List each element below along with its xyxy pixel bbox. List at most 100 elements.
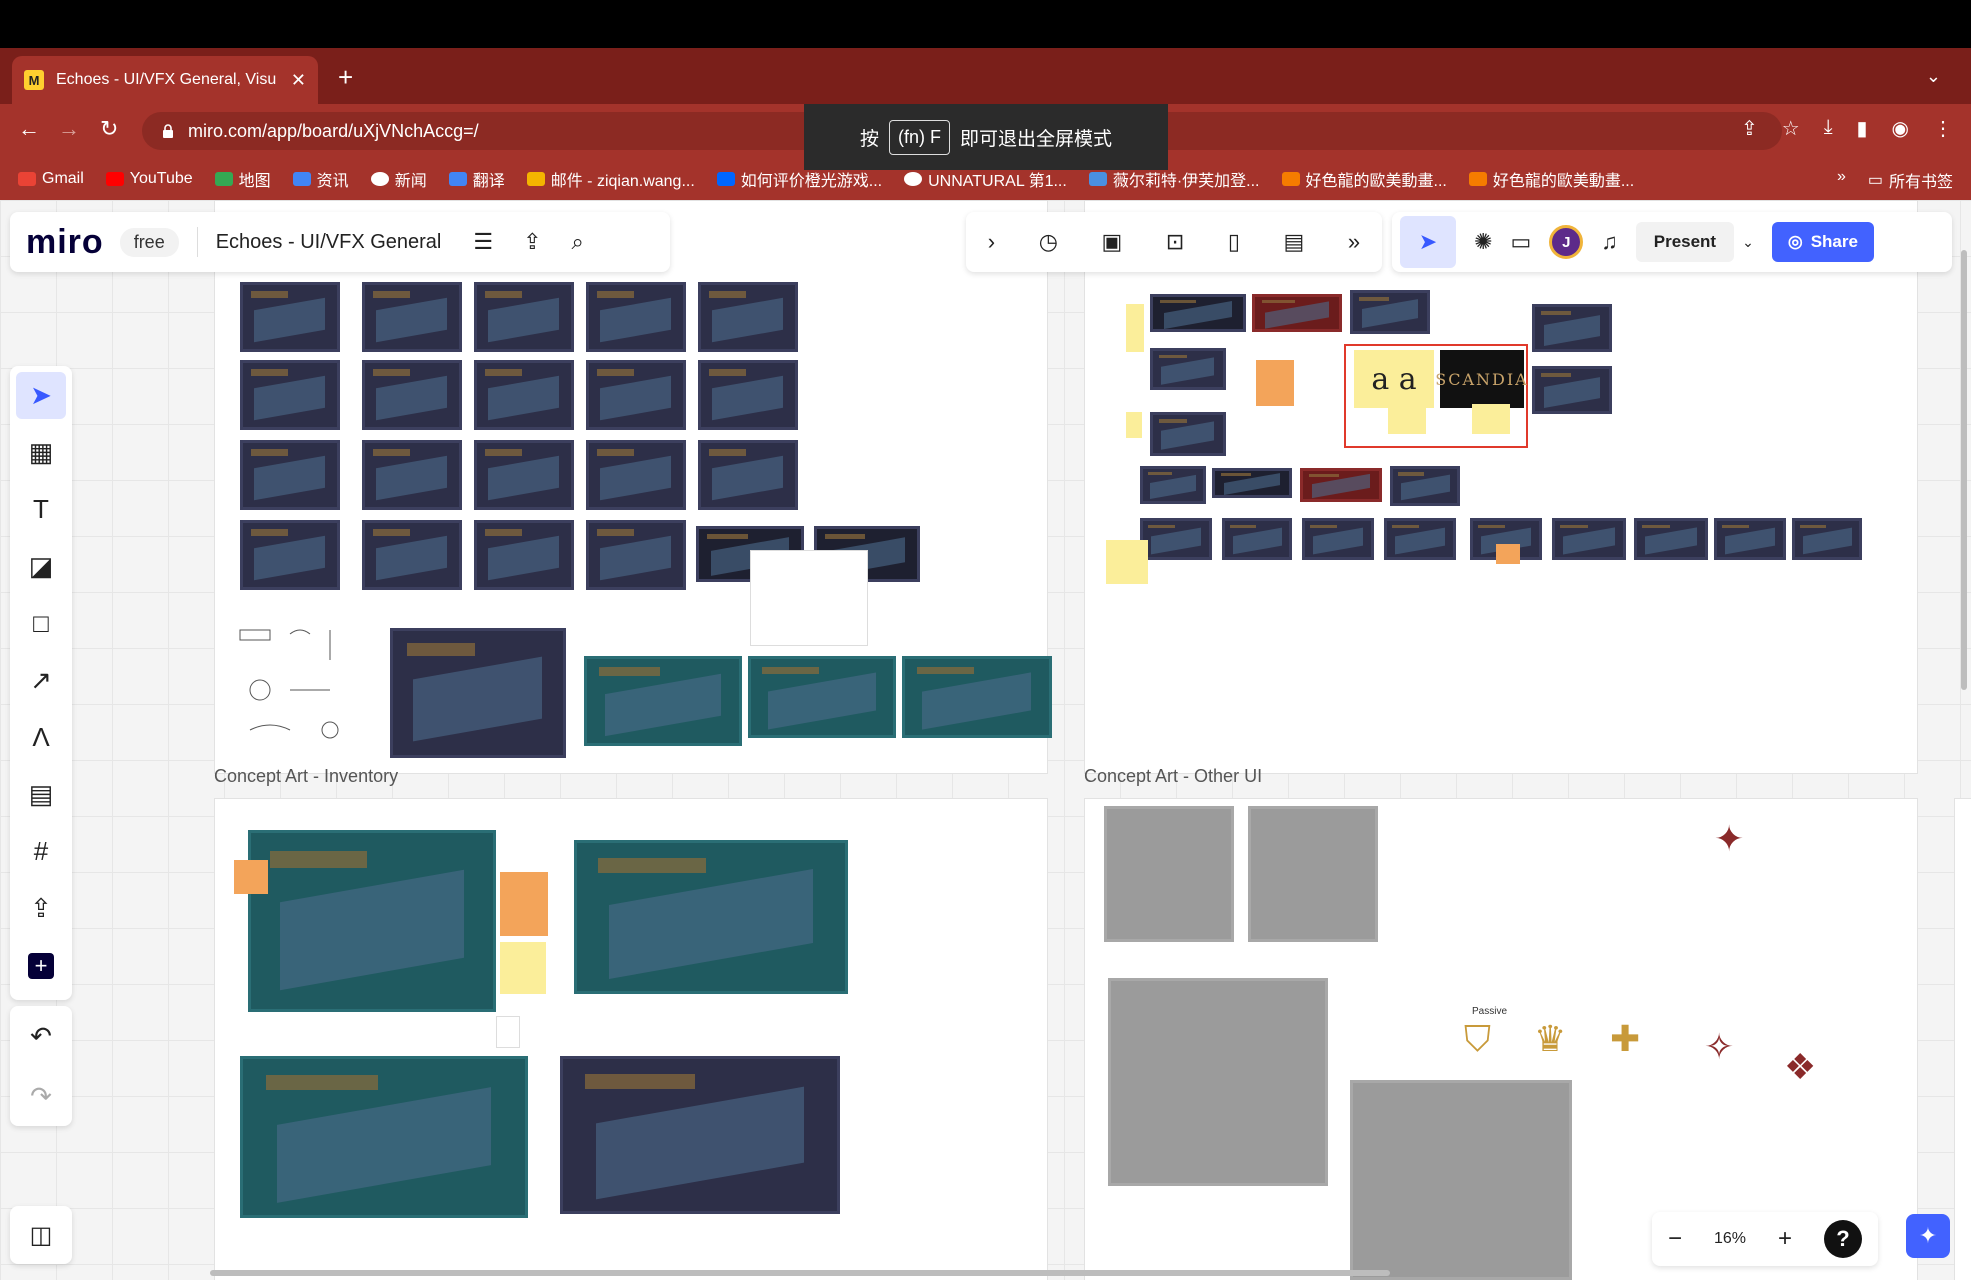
note-sticky[interactable] bbox=[1106, 540, 1148, 584]
card-icon[interactable]: ▣ bbox=[1101, 229, 1122, 255]
download-icon[interactable]: ⤓ bbox=[1824, 116, 1833, 141]
focus-icon[interactable]: ⊡ bbox=[1166, 229, 1184, 255]
profile-icon[interactable]: ◉ bbox=[1892, 116, 1909, 141]
hud-screenshot[interactable] bbox=[474, 282, 574, 352]
bookmark-mail[interactable]: 邮件 - ziqian.wang... bbox=[526, 167, 695, 191]
hud-card-mockup[interactable] bbox=[748, 656, 896, 738]
pen-icon[interactable]: Λ bbox=[16, 714, 66, 761]
inventory-mockup[interactable] bbox=[248, 830, 496, 1012]
sketch-image[interactable] bbox=[1396, 806, 1532, 936]
ref-image[interactable] bbox=[1350, 290, 1430, 334]
ref-image[interactable] bbox=[1714, 518, 1786, 560]
present-button[interactable]: Present bbox=[1635, 222, 1735, 262]
sketch-image[interactable] bbox=[1104, 806, 1234, 942]
inventory-mockup[interactable] bbox=[240, 1056, 528, 1218]
cursor-follow-button[interactable]: ➤ bbox=[1400, 216, 1456, 268]
ref-image[interactable] bbox=[1150, 348, 1226, 390]
ref-image[interactable] bbox=[1792, 518, 1862, 560]
back-arrow-icon[interactable]: ← bbox=[18, 116, 40, 142]
hud-screenshot[interactable] bbox=[586, 282, 686, 352]
comment-tool-icon[interactable]: ▤ bbox=[16, 771, 66, 818]
bookmark-news[interactable]: 新闻 bbox=[370, 167, 427, 191]
browser-tab[interactable]: M Echoes - UI/VFX General, Visu ✕ bbox=[12, 56, 318, 104]
sketch-image[interactable] bbox=[1248, 806, 1378, 942]
zoom-level[interactable]: 16% bbox=[1714, 1230, 1746, 1248]
bookmark-news-info[interactable]: 资讯 bbox=[292, 167, 349, 191]
side-panel-icon[interactable]: ▮ bbox=[1857, 116, 1868, 141]
hud-screenshot[interactable] bbox=[362, 520, 462, 590]
hud-card-mockup[interactable] bbox=[584, 656, 742, 746]
miro-logo[interactable]: miro bbox=[26, 223, 104, 262]
hud-card-mockup[interactable] bbox=[902, 656, 1052, 738]
hud-screenshot[interactable] bbox=[474, 440, 574, 510]
close-icon[interactable]: ✕ bbox=[291, 70, 306, 91]
ref-image[interactable] bbox=[1384, 518, 1456, 560]
user-avatar[interactable]: J bbox=[1549, 225, 1584, 259]
miro-board-canvas[interactable]: Concept Art - Inventory Concept Art - Ot… bbox=[0, 200, 1971, 1280]
vertical-scrollbar[interactable] bbox=[1961, 250, 1967, 690]
hud-screenshot[interactable] bbox=[698, 360, 798, 430]
ref-image[interactable] bbox=[1390, 466, 1460, 506]
note-sticky[interactable] bbox=[500, 872, 548, 936]
reload-icon[interactable]: ↻ bbox=[100, 116, 118, 142]
new-tab-button[interactable]: + bbox=[338, 62, 353, 93]
hud-screenshot[interactable] bbox=[698, 440, 798, 510]
note-sticky[interactable] bbox=[500, 942, 546, 994]
frame-style[interactable] bbox=[1084, 200, 1918, 774]
stained-glass-sketch[interactable] bbox=[1108, 978, 1328, 1186]
hud-screenshot[interactable] bbox=[474, 360, 574, 430]
hud-screenshot[interactable] bbox=[474, 520, 574, 590]
shape-tool-icon[interactable]: □ bbox=[16, 600, 66, 647]
chevron-down-icon[interactable]: ⌄ bbox=[1742, 234, 1754, 251]
all-bookmarks-button[interactable]: ▭ 所有书签 bbox=[1868, 168, 1953, 192]
share-page-icon[interactable]: ⇪ bbox=[1741, 116, 1758, 141]
search-icon[interactable]: ⌕ bbox=[572, 229, 584, 255]
hud-screenshot[interactable] bbox=[586, 520, 686, 590]
note-sticky[interactable] bbox=[1126, 304, 1144, 352]
hud-screenshot[interactable] bbox=[586, 360, 686, 430]
bookmark-gmail[interactable]: Gmail bbox=[18, 170, 84, 188]
text-tool-icon[interactable]: T bbox=[16, 486, 66, 533]
ref-image[interactable] bbox=[1300, 468, 1382, 502]
note-sticky[interactable] bbox=[496, 1016, 520, 1048]
bookmark-maps[interactable]: 地图 bbox=[214, 167, 271, 191]
ref-image[interactable] bbox=[1150, 412, 1226, 456]
hud-screenshot[interactable] bbox=[240, 520, 340, 590]
sticky-note-icon[interactable]: ◪ bbox=[16, 543, 66, 590]
ref-image[interactable] bbox=[1532, 304, 1612, 352]
horizontal-scrollbar[interactable] bbox=[210, 1270, 1390, 1276]
bell-icon[interactable]: ♫ bbox=[1601, 229, 1618, 255]
hud-screenshot[interactable] bbox=[240, 440, 340, 510]
chevron-down-icon[interactable]: ⌄ bbox=[1926, 66, 1941, 87]
bookmark-translate[interactable]: 翻译 bbox=[448, 167, 505, 191]
export-icon[interactable]: ⇪ bbox=[523, 229, 541, 255]
frame-next[interactable] bbox=[1954, 798, 1971, 1280]
ref-image[interactable] bbox=[1222, 518, 1292, 560]
timer-icon[interactable]: ◷ bbox=[1039, 229, 1058, 255]
font-sample-scandia[interactable]: SCANDIA bbox=[1435, 350, 1527, 408]
more-tools-icon[interactable]: » bbox=[1348, 229, 1360, 255]
ref-image[interactable] bbox=[1252, 294, 1342, 332]
bookmarks-more-button[interactable]: » bbox=[1837, 168, 1846, 192]
upload-icon[interactable]: ⇪ bbox=[16, 885, 66, 932]
more-apps-icon[interactable]: + bbox=[16, 942, 66, 989]
chevron-right-icon[interactable]: › bbox=[988, 229, 995, 255]
bookmark-violet[interactable]: 薇尔莉特·伊芙加登... bbox=[1088, 167, 1260, 191]
ref-image[interactable] bbox=[1302, 518, 1374, 560]
sketch-image[interactable] bbox=[230, 620, 370, 760]
comments-icon[interactable]: ▭ bbox=[1510, 229, 1531, 255]
note-sticky[interactable] bbox=[1496, 544, 1520, 564]
connector-icon[interactable]: ↗ bbox=[16, 657, 66, 704]
hud-screenshot[interactable] bbox=[240, 360, 340, 430]
ref-image[interactable] bbox=[1140, 518, 1212, 560]
sketch-image[interactable] bbox=[1552, 806, 1688, 936]
note-sticky[interactable] bbox=[1256, 360, 1294, 406]
stained-glass-sketch[interactable] bbox=[1350, 1080, 1572, 1280]
bookmark-blog-1[interactable]: 好色龍的歐美動畫... bbox=[1281, 167, 1447, 191]
reactions-icon[interactable]: ✺ bbox=[1474, 229, 1492, 255]
share-button[interactable]: ◎ Share bbox=[1771, 222, 1874, 262]
star-icon[interactable]: ☆ bbox=[1782, 116, 1800, 141]
undo-icon[interactable]: ↶ bbox=[30, 1021, 52, 1052]
help-icon[interactable]: ? bbox=[1824, 1220, 1862, 1258]
comment-sticky[interactable] bbox=[750, 550, 868, 646]
